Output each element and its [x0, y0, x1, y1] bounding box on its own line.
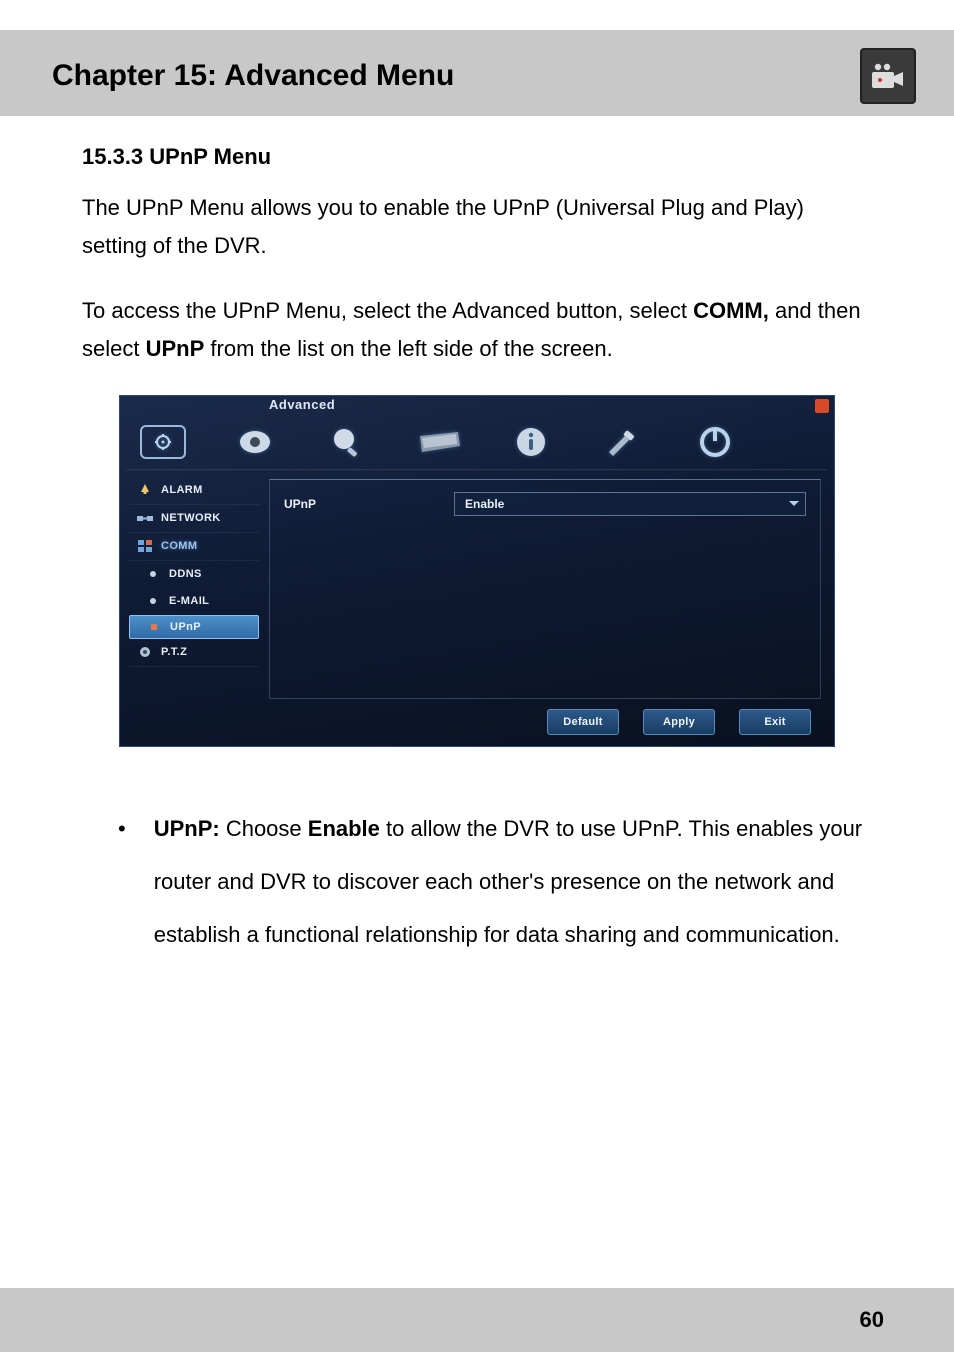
toolbar	[119, 415, 835, 469]
sidebar-item-alarm[interactable]: ALARM	[129, 477, 259, 505]
access-text-pre: To access the UPnP Menu, select the Adva…	[82, 298, 693, 323]
default-button-label: Default	[563, 716, 602, 728]
dot-icon	[145, 567, 161, 581]
document-page: Chapter 15: Advanced Menu 15.3.3 UPnP Me…	[0, 0, 954, 1352]
grid-icon	[137, 539, 153, 553]
sidebar-label-upnp: UPnP	[170, 621, 201, 633]
chevron-down-icon	[789, 501, 799, 506]
bullet-item: • UPnP: Choose Enable to allow the DVR t…	[118, 803, 872, 961]
camera-icon	[860, 48, 916, 104]
exit-button-label: Exit	[764, 716, 785, 728]
sidebar: ALARM NETWORK COMM DDNS E-MAIL UPnP	[129, 477, 259, 667]
button-row: Default Apply Exit	[547, 709, 811, 735]
chapter-title: Chapter 15: Advanced Menu	[52, 59, 454, 93]
toolbar-record-icon[interactable]	[231, 422, 279, 462]
apply-button[interactable]: Apply	[643, 709, 715, 735]
close-icon[interactable]	[815, 399, 829, 413]
toolbar-hdd-icon[interactable]	[415, 422, 463, 462]
body-text: 15.3.3 UPnP Menu The UPnP Menu allows yo…	[30, 116, 924, 367]
section-heading: 15.3.3 UPnP Menu	[82, 138, 872, 175]
access-paragraph: To access the UPnP Menu, select the Adva…	[82, 292, 872, 367]
sidebar-item-ddns[interactable]: DDNS	[129, 561, 259, 588]
window-title: Advanced	[269, 397, 335, 412]
sidebar-item-network[interactable]: NETWORK	[129, 505, 259, 533]
default-button[interactable]: Default	[547, 709, 619, 735]
chapter-header-bar: Chapter 15: Advanced Menu	[0, 30, 954, 116]
bullet-label: UPnP:	[154, 816, 220, 841]
access-text-post: from the list on the left side of the sc…	[204, 336, 612, 361]
exit-button[interactable]: Exit	[739, 709, 811, 735]
network-icon	[137, 511, 153, 525]
upnp-field-row: UPnP Enable	[284, 492, 806, 516]
toolbar-tools-icon[interactable]	[599, 422, 647, 462]
bullet-marker: •	[118, 803, 126, 961]
access-bold-upnp: UPnP	[146, 336, 205, 361]
bullet-pre: Choose	[220, 816, 308, 841]
footer-bar: 60	[0, 1288, 954, 1352]
page-number: 60	[860, 1307, 884, 1333]
intro-paragraph: The UPnP Menu allows you to enable the U…	[82, 189, 872, 264]
dot-icon	[145, 594, 161, 608]
sidebar-label-alarm: ALARM	[161, 484, 203, 496]
toolbar-home-icon[interactable]	[139, 422, 187, 462]
sidebar-item-email[interactable]: E-MAIL	[129, 588, 259, 615]
sidebar-item-comm[interactable]: COMM	[129, 533, 259, 561]
dot-icon	[146, 620, 162, 634]
sidebar-item-ptz[interactable]: P.T.Z	[129, 639, 259, 667]
toolbar-info-icon[interactable]	[507, 422, 555, 462]
sidebar-label-email: E-MAIL	[169, 595, 209, 607]
sidebar-item-upnp[interactable]: UPnP	[129, 615, 259, 639]
upnp-select-value: Enable	[465, 497, 504, 511]
toolbar-divider	[127, 469, 827, 471]
upnp-select[interactable]: Enable	[454, 492, 806, 516]
access-bold-comm: COMM,	[693, 298, 769, 323]
ptz-icon	[137, 645, 153, 659]
apply-button-label: Apply	[663, 716, 695, 728]
bullet-enable: Enable	[308, 816, 380, 841]
bullet-text: UPnP: Choose Enable to allow the DVR to …	[154, 803, 872, 961]
sidebar-label-ptz: P.T.Z	[161, 646, 187, 658]
sidebar-label-ddns: DDNS	[169, 568, 202, 580]
sidebar-label-comm: COMM	[161, 540, 197, 552]
toolbar-power-icon[interactable]	[691, 422, 739, 462]
bullet-section: • UPnP: Choose Enable to allow the DVR t…	[30, 747, 924, 961]
content-panel: UPnP Enable	[269, 479, 821, 699]
upnp-field-label: UPnP	[284, 497, 454, 511]
dvr-screenshot: Advanced	[119, 395, 835, 747]
bell-icon	[137, 483, 153, 497]
toolbar-search-icon[interactable]	[323, 422, 371, 462]
sidebar-label-network: NETWORK	[161, 512, 221, 524]
